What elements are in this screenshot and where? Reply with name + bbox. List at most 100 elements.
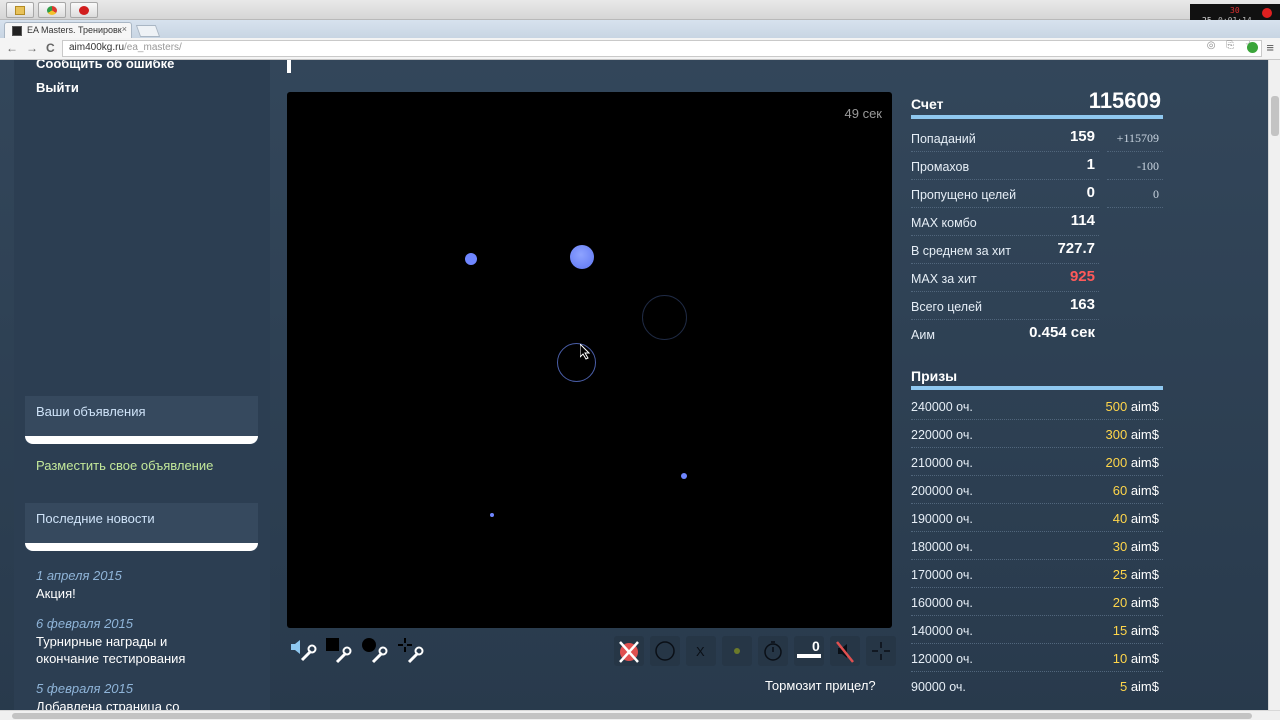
target-small[interactable] <box>465 253 477 265</box>
muted-speaker-icon <box>836 641 854 663</box>
forward-arrow-icon[interactable]: → <box>26 41 38 55</box>
record-icon <box>79 6 89 15</box>
sidebar <box>14 60 270 710</box>
prize-amount: 200 aim$ <box>1105 455 1159 470</box>
circle-outline-icon <box>655 641 675 661</box>
x-mode-label: X <box>696 644 705 659</box>
prize-currency: aim$ <box>1130 511 1159 526</box>
hide-target-toggle[interactable] <box>614 636 644 666</box>
prize-currency: aim$ <box>1130 623 1159 638</box>
crosshair-wrench-icon <box>398 638 424 664</box>
stat-row-total-targets: Всего целей 163 <box>911 292 1163 320</box>
prize-amount-value: 300 <box>1105 427 1128 442</box>
news-item-link-line2[interactable]: окончание тестирования <box>36 650 185 667</box>
stat-row-max-hit: MAX за хит 925 <box>911 264 1163 292</box>
recorder-taskbar-button[interactable] <box>70 2 98 18</box>
crosshair-toggle[interactable] <box>866 636 896 666</box>
tab-title: EA Masters. Тренировк <box>27 25 122 35</box>
prize-points: 220000 оч. <box>911 428 973 442</box>
chrome-taskbar-button[interactable] <box>38 2 66 18</box>
news-item-link[interactable]: Добавлена страница со <box>36 698 180 710</box>
prize-row: 90000 оч. 5 aim$ <box>911 672 1163 700</box>
prize-currency: aim$ <box>1130 539 1159 554</box>
stat-value: 1 <box>1086 156 1095 173</box>
sound-settings-button[interactable] <box>288 636 318 666</box>
chrome-icon <box>47 6 57 15</box>
mouse-cursor-icon <box>580 344 590 360</box>
speaker-wrench-icon <box>291 640 317 662</box>
news-item-link[interactable]: Турнирные награды и <box>36 633 167 650</box>
timer-toggle[interactable] <box>758 636 788 666</box>
reload-icon[interactable]: C <box>46 41 55 55</box>
stat-label: Всего целей <box>911 300 983 314</box>
background-settings-button[interactable] <box>324 636 354 666</box>
vertical-scrollbar[interactable] <box>1268 60 1280 710</box>
crosshair-settings-button[interactable] <box>396 636 426 666</box>
horizontal-scrollbar[interactable] <box>0 710 1280 720</box>
menu-icon[interactable]: ≡ <box>1266 40 1274 55</box>
prize-points: 90000 оч. <box>911 680 966 694</box>
prize-points: 200000 оч. <box>911 484 973 498</box>
stat-row-missed-targets: Пропущено целей 0 0 <box>911 180 1163 208</box>
x-mode-toggle[interactable]: X <box>686 636 716 666</box>
news-date: 5 февраля 2015 <box>36 681 133 696</box>
prize-amount-value: 30 <box>1112 539 1128 554</box>
tab-close-icon[interactable]: × <box>122 24 127 34</box>
stat-label: Попаданий <box>911 132 976 146</box>
combo-counter[interactable]: 0 <box>794 636 824 666</box>
prize-currency: aim$ <box>1130 679 1159 694</box>
prize-row: 210000 оч. 200 aim$ <box>911 448 1163 476</box>
stat-row-aim: Аим 0.454 сек <box>911 320 1163 348</box>
target-tiny[interactable] <box>490 513 494 517</box>
score-value: 115609 <box>1088 88 1161 113</box>
prize-row: 170000 оч. 25 aim$ <box>911 560 1163 588</box>
prize-amount: 25 aim$ <box>1113 567 1159 582</box>
prize-currency: aim$ <box>1130 567 1159 582</box>
stat-row-misses: Промахов 1 -100 <box>911 152 1163 180</box>
lagging-crosshair-link[interactable]: Тормозит прицел? <box>765 678 876 693</box>
stat-value-highlight: 925 <box>1069 268 1095 285</box>
prize-currency: aim$ <box>1130 595 1159 610</box>
address-bar[interactable]: aim400kg.ru/ea_masters/ <box>62 40 1262 57</box>
stat-label: Промахов <box>911 160 970 174</box>
combo-bar <box>797 654 821 658</box>
prize-points: 240000 оч. <box>911 400 973 414</box>
news-item-link[interactable]: Акция! <box>36 585 76 602</box>
logout-link[interactable]: Выйти <box>36 80 79 95</box>
ads-box-divider <box>25 436 258 444</box>
prize-row: 190000 оч. 40 aim$ <box>911 504 1163 532</box>
stat-delta: +115709 <box>1116 131 1159 145</box>
prize-currency: aim$ <box>1130 455 1159 470</box>
target-settings-button[interactable] <box>360 636 390 666</box>
content-marker <box>287 60 291 73</box>
game-timer: 49 сек <box>844 106 883 121</box>
prize-points: 190000 оч. <box>911 512 973 526</box>
dot-mode-toggle[interactable] <box>722 636 752 666</box>
explorer-taskbar-button[interactable] <box>6 2 34 18</box>
prize-row: 140000 оч. 15 aim$ <box>911 616 1163 644</box>
prize-amount-value: 500 <box>1105 399 1128 414</box>
crosshair-icon <box>872 642 890 660</box>
score-underline <box>911 115 1163 119</box>
target-ring[interactable] <box>557 343 596 382</box>
game-field[interactable]: 49 сек <box>287 92 892 628</box>
target-large[interactable] <box>570 245 594 269</box>
square-wrench-icon <box>326 638 352 664</box>
tab-ea-masters[interactable]: EA Masters. Тренировк × <box>4 22 132 38</box>
prize-points: 140000 оч. <box>911 624 973 638</box>
vertical-scroll-thumb[interactable] <box>1271 96 1279 136</box>
extension-green-icon[interactable] <box>1247 42 1258 53</box>
prize-amount: 5 aim$ <box>1120 679 1159 694</box>
post-ad-link[interactable]: Разместить свое объявление <box>36 458 213 473</box>
back-arrow-icon[interactable]: ← <box>6 41 18 55</box>
mute-toggle[interactable] <box>830 636 860 666</box>
target-tiny[interactable] <box>681 473 687 479</box>
prize-amount: 20 aim$ <box>1113 595 1159 610</box>
score-label: Счет <box>911 96 944 112</box>
prize-points: 180000 оч. <box>911 540 973 554</box>
new-tab-button[interactable] <box>135 25 161 37</box>
horizontal-scroll-thumb[interactable] <box>12 713 1252 719</box>
report-bug-link[interactable]: Сообщить об ошибке <box>36 60 174 71</box>
os-taskbar: 30 25 0:01:14 <box>0 0 1280 28</box>
circle-mode-toggle[interactable] <box>650 636 680 666</box>
